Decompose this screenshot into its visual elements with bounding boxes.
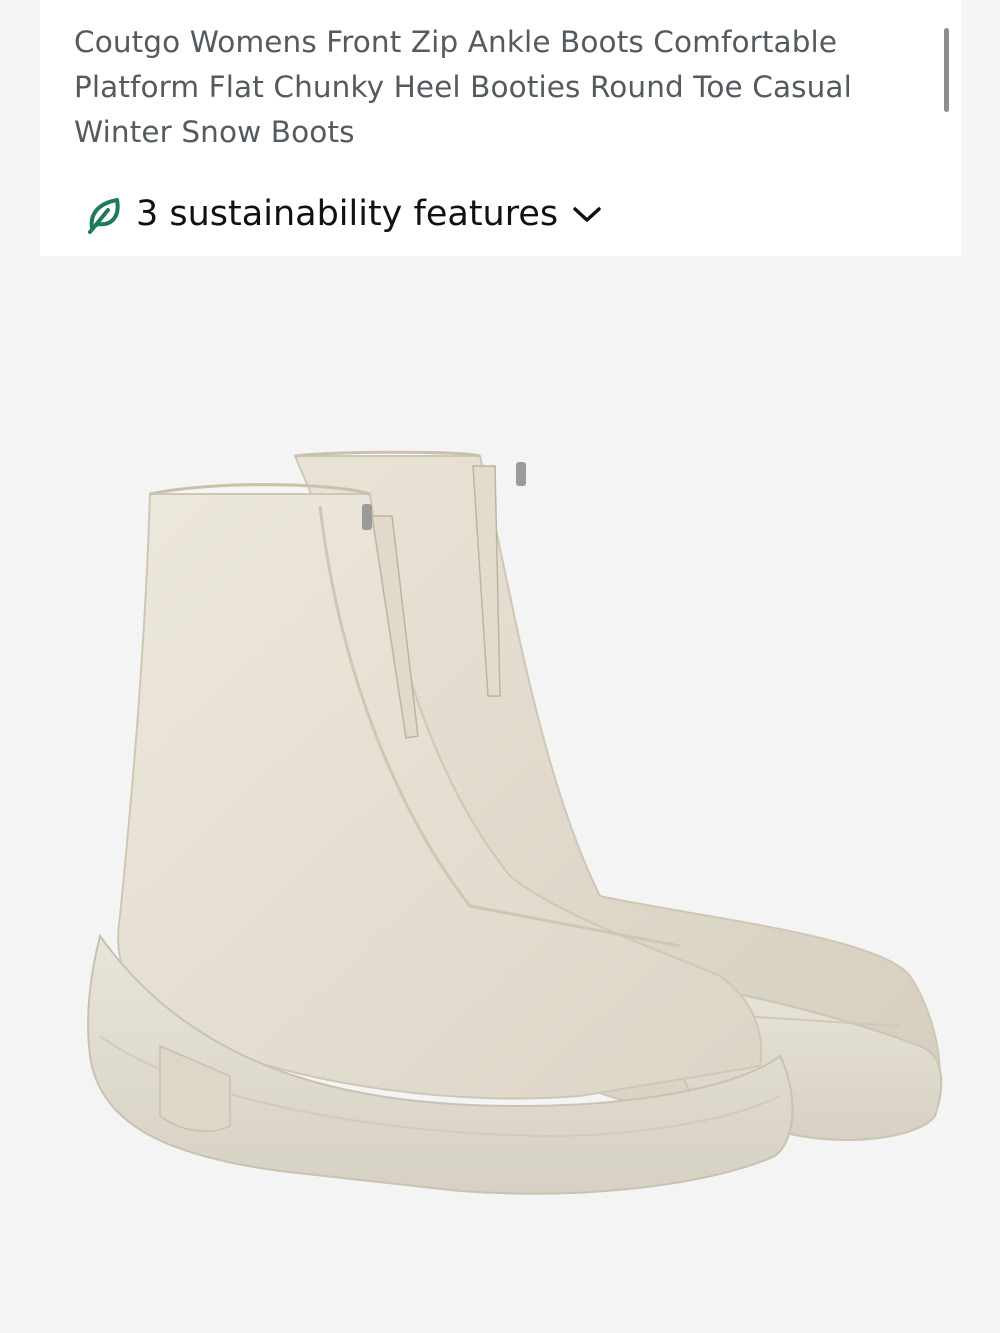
left-margin [0, 0, 40, 1333]
product-page: Coutgo Womens Front Zip Ankle Boots Comf… [0, 0, 1000, 1333]
product-title: Coutgo Womens Front Zip Ankle Boots Comf… [74, 25, 852, 149]
leaf-icon [84, 194, 124, 234]
title-scrollbar[interactable] [944, 28, 949, 112]
chevron-down-icon[interactable] [572, 204, 602, 224]
sustainability-features-toggle[interactable]: 3 sustainability features [84, 188, 602, 240]
product-image-area[interactable] [40, 256, 961, 1333]
product-image[interactable] [40, 256, 961, 1333]
product-header: Coutgo Womens Front Zip Ankle Boots Comf… [40, 0, 961, 256]
right-margin [961, 0, 1000, 1333]
sustainability-label: 3 sustainability features [136, 194, 559, 234]
